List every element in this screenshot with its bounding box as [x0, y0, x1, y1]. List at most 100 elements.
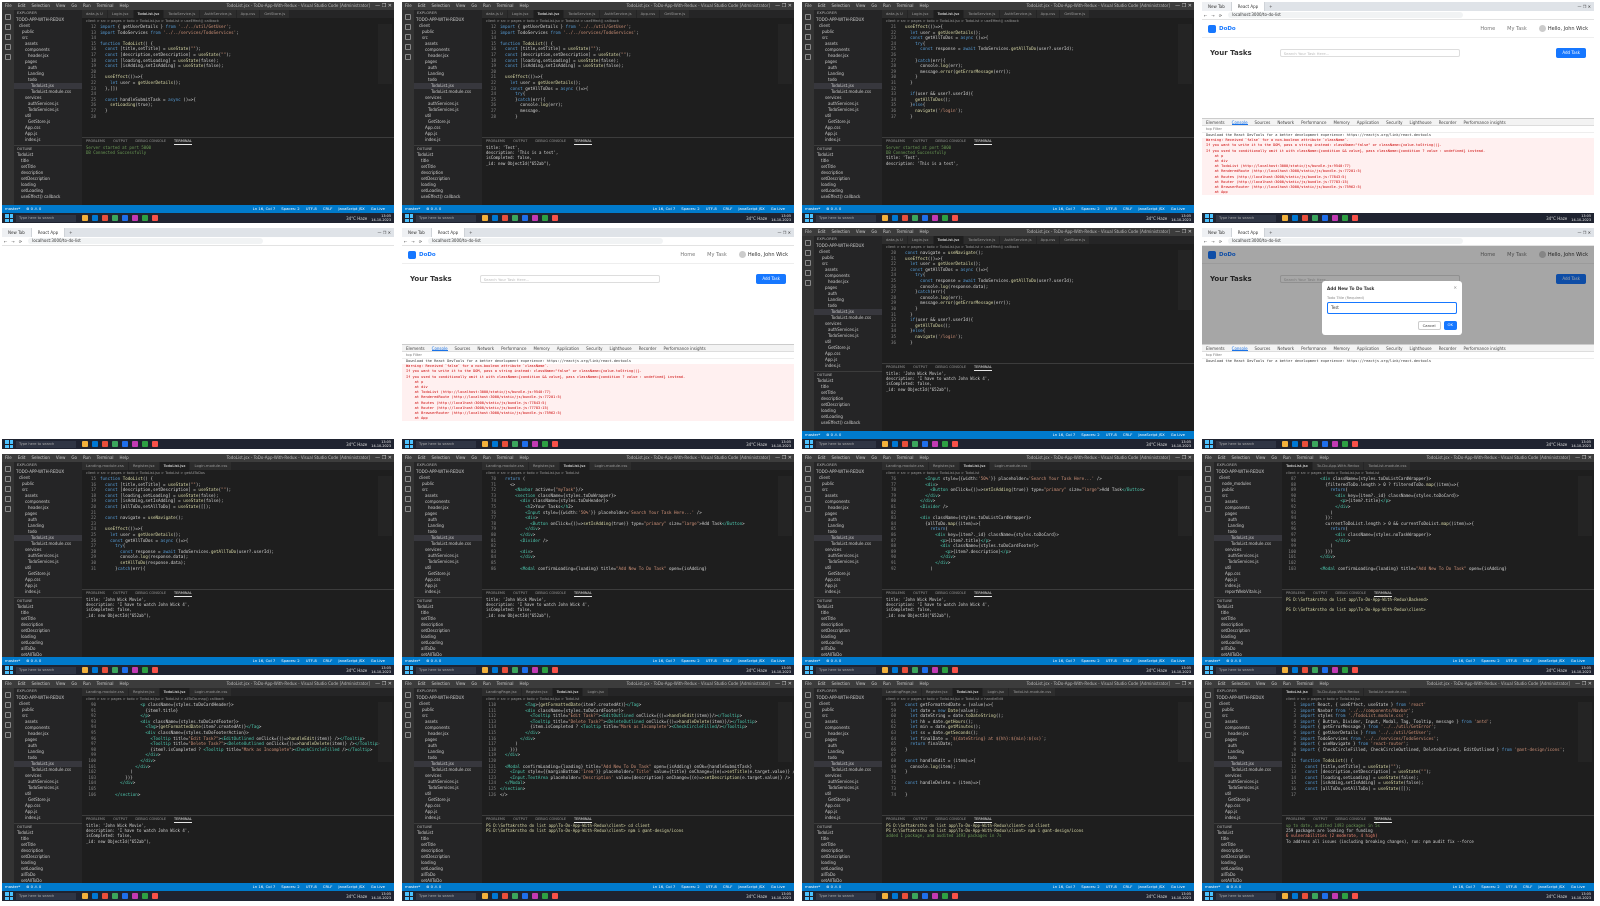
panel-tab[interactable]: TERMINAL: [1374, 590, 1392, 597]
menu-item[interactable]: Edit: [418, 3, 426, 8]
window-controls[interactable]: — ❐ ✕: [1175, 680, 1192, 688]
menu-item[interactable]: Help: [120, 3, 129, 8]
editor-tab[interactable]: App.css: [636, 10, 661, 18]
menu-item[interactable]: Help: [920, 229, 929, 234]
devtools-tab[interactable]: Elements: [1206, 119, 1225, 125]
status-item[interactable]: Spaces: 2: [1081, 657, 1099, 665]
status-item[interactable]: CRLF: [723, 205, 733, 213]
taskbar-app-icon[interactable]: [1282, 667, 1288, 673]
panel-tab[interactable]: PROBLEMS: [1286, 590, 1305, 597]
taskbar-app-icon[interactable]: [152, 667, 158, 673]
status-item[interactable]: Spaces: 2: [281, 883, 299, 891]
cursor-position[interactable]: Ln 16, Col 7: [253, 205, 276, 213]
run-debug-icon[interactable]: [805, 496, 811, 502]
editor-tab[interactable]: GetStore.js: [1060, 236, 1091, 244]
taskbar-app-icon[interactable]: [522, 667, 528, 673]
outline-header[interactable]: OUTLINE: [814, 145, 882, 152]
menu-item[interactable]: Terminal: [97, 681, 114, 686]
status-item[interactable]: JavaScript JSX: [1138, 883, 1164, 891]
status-item[interactable]: UTF-8: [1106, 657, 1117, 665]
taskbar-app-icon[interactable]: [552, 441, 558, 447]
taskbar-app-icon[interactable]: [1352, 667, 1358, 673]
taskbar-app-icon[interactable]: [1292, 893, 1298, 899]
code-editor[interactable]: 58 const getFormattedDate = (value)=>{59…: [882, 702, 1194, 814]
cursor-position[interactable]: Ln 16, Col 7: [1453, 883, 1476, 891]
outline-item[interactable]: useEffect() callback: [814, 420, 882, 426]
forward-icon[interactable]: →: [1211, 239, 1214, 244]
taskbar-app-icon[interactable]: [1332, 215, 1338, 221]
url-input[interactable]: localhost:3000/to-do-list: [28, 238, 264, 244]
devtools-tab[interactable]: Sources: [455, 345, 471, 351]
source-control-icon[interactable]: [5, 712, 11, 718]
menu-item[interactable]: Selection: [431, 3, 449, 8]
menu-item[interactable]: Terminal: [497, 681, 514, 686]
panel-tab[interactable]: DEBUG CONSOLE: [1335, 590, 1366, 597]
menu-item[interactable]: View: [456, 455, 466, 460]
new-tab-button[interactable]: +: [1265, 228, 1276, 237]
taskbar-search-input[interactable]: Type here to search: [416, 214, 476, 222]
brand-name[interactable]: DoDo: [1219, 26, 1236, 32]
console-filter[interactable]: top Filter: [1202, 126, 1594, 133]
minimap[interactable]: [1178, 250, 1192, 310]
status-item[interactable]: UTF-8: [706, 205, 717, 213]
code-editor[interactable]: 76 <Input style={{width:'50%'}} placehol…: [882, 476, 1194, 588]
extensions-icon[interactable]: [1205, 732, 1211, 738]
run-debug-icon[interactable]: [405, 722, 411, 728]
extensions-icon[interactable]: [805, 732, 811, 738]
source-control-icon[interactable]: [805, 486, 811, 492]
taskbar-app-icon[interactable]: [502, 667, 508, 673]
taskbar-app-icon[interactable]: [912, 441, 918, 447]
panel-tab[interactable]: PROBLEMS: [486, 816, 505, 823]
minimap[interactable]: [778, 702, 792, 762]
taskbar-app-icon[interactable]: [92, 441, 98, 447]
panel-tab[interactable]: DEBUG CONSOLE: [535, 590, 566, 597]
menu-item[interactable]: File: [805, 681, 812, 686]
taskbar-app-icon[interactable]: [1352, 215, 1358, 221]
editor-tab[interactable]: TodoService.js: [964, 236, 1001, 244]
terminal-output[interactable]: title: 'John Wick Movie', description: 'I…: [82, 823, 394, 844]
windows-start-icon[interactable]: [5, 214, 13, 222]
menu-item[interactable]: View: [856, 681, 866, 686]
status-item[interactable]: Spaces: 2: [1481, 883, 1499, 891]
devtools-tab[interactable]: Application: [557, 345, 579, 351]
explorer-tree-item[interactable]: index.js: [14, 137, 82, 143]
cursor-position[interactable]: Ln 16, Col 7: [253, 657, 276, 665]
panel-tab[interactable]: OUTPUT: [113, 590, 127, 597]
editor-tab[interactable]: LandingPage.jsx: [482, 688, 522, 696]
outline-item[interactable]: useEffect() callback: [814, 194, 882, 200]
menu-item[interactable]: Help: [1320, 455, 1329, 460]
cursor-position[interactable]: Ln 16, Col 7: [653, 657, 676, 665]
taskbar-app-icon[interactable]: [922, 215, 928, 221]
taskbar-app-icon[interactable]: [122, 667, 128, 673]
taskbar-app-icon[interactable]: [492, 215, 498, 221]
panel-tab[interactable]: PROBLEMS: [486, 138, 505, 145]
status-item[interactable]: JavaScript JSX: [738, 883, 764, 891]
taskbar-app-icon[interactable]: [82, 215, 88, 221]
search-icon[interactable]: [5, 476, 11, 482]
menu-item[interactable]: Edit: [818, 455, 826, 460]
menu-item[interactable]: View: [856, 229, 866, 234]
status-item[interactable]: Spaces: 2: [1081, 883, 1099, 891]
editor-tab[interactable]: GetStore.js: [260, 10, 291, 18]
git-branch-status[interactable]: master*: [805, 657, 820, 665]
taskbar-app-icon[interactable]: [882, 893, 888, 899]
menu-item[interactable]: File: [5, 681, 12, 686]
taskbar-app-icon[interactable]: [1312, 893, 1318, 899]
taskbar-app-icon[interactable]: [902, 667, 908, 673]
browser-tab[interactable]: React App: [1231, 2, 1266, 11]
status-item[interactable]: UTF-8: [706, 883, 717, 891]
outline-header[interactable]: OUTLINE: [814, 371, 882, 378]
task-search-input[interactable]: Search Your Task Here...: [479, 275, 660, 283]
files-icon[interactable]: [805, 692, 811, 698]
window-controls[interactable]: — ❐ ✕: [375, 2, 392, 10]
back-icon[interactable]: ←: [1204, 13, 1207, 18]
menu-item[interactable]: File: [805, 229, 812, 234]
taskbar-app-icon[interactable]: [1322, 441, 1328, 447]
editor-tab[interactable]: AuthService.js: [600, 10, 637, 18]
editor-tab[interactable]: TodoList.jsx: [159, 688, 191, 696]
status-item[interactable]: Go Live: [1171, 657, 1185, 665]
menu-item[interactable]: Go: [471, 681, 477, 686]
code-editor[interactable]: 1 import React, { useEffect, useState } f…: [1282, 702, 1594, 814]
panel-tab[interactable]: DEBUG CONSOLE: [135, 816, 166, 823]
taskbar-app-icon[interactable]: [1312, 667, 1318, 673]
